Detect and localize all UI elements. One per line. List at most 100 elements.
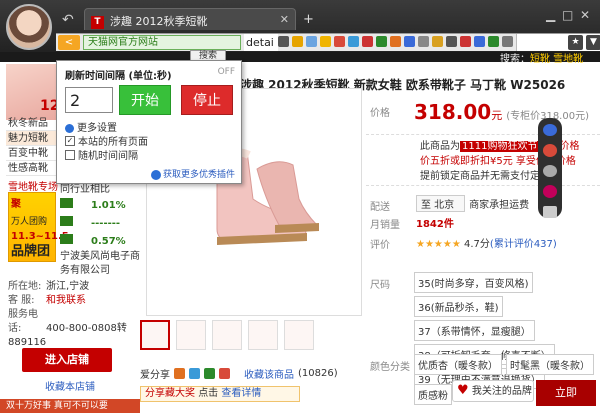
download-icon[interactable]: [474, 36, 485, 47]
game-icon[interactable]: [390, 36, 401, 47]
phone-label: 服务电话:: [8, 309, 38, 334]
security-icon[interactable]: [488, 36, 499, 47]
price-value: 318.00: [414, 100, 492, 124]
weather-icon[interactable]: [320, 36, 331, 47]
calendar-icon[interactable]: [432, 36, 443, 47]
stat-value: 1.01%: [91, 200, 126, 211]
hot-search-terms[interactable]: 短靴 雪地靴: [530, 54, 583, 65]
color-option[interactable]: 时髦黑（暖冬款）: [506, 354, 594, 375]
location-value: 浙江,宁波: [46, 281, 90, 292]
back-button-icon[interactable]: <: [58, 35, 80, 50]
share-more-icon[interactable]: [219, 367, 230, 379]
more-plugins-label: 获取更多优秀插件: [162, 170, 235, 180]
user-icon[interactable]: [306, 36, 317, 47]
ship-destination-select[interactable]: 至 北京: [416, 195, 466, 212]
category-item[interactable]: 百变中靴: [6, 146, 62, 161]
option-all-pages[interactable]: ✓ 本站的所有页面: [65, 133, 148, 148]
category-item[interactable]: 魅力短靴: [6, 131, 62, 146]
shipping-row: 至 北京 商家承担运费: [416, 195, 529, 212]
category-item[interactable]: 性感高靴: [6, 161, 62, 176]
contact-link[interactable]: 和我联系: [46, 295, 86, 306]
enter-shop-button[interactable]: 进入店铺: [22, 348, 112, 372]
browser-tab[interactable]: T 涉趣 2012秋季短靴 ✕: [84, 8, 296, 30]
share-bar-details[interactable]: 查看详情: [221, 388, 261, 399]
notes-icon[interactable]: [418, 36, 429, 47]
auto-refresh-popup: 刷新时间间隔 (单位:秒) OFF 开始 停止 更多设置 ✓本站的所有页面 随机…: [56, 60, 242, 184]
more-settings-toggle[interactable]: 更多设置: [65, 119, 117, 134]
back-arrow-icon[interactable]: ↶: [62, 12, 74, 28]
share-label: 爱分享: [140, 369, 170, 381]
stat-value: -------: [91, 218, 121, 229]
globe-icon: [150, 169, 161, 180]
tools-icon[interactable]: [446, 36, 457, 47]
refresh-icon[interactable]: [278, 36, 289, 47]
url-input[interactable]: [244, 34, 278, 51]
share-wechat-icon[interactable]: [204, 367, 215, 379]
company-name: 宁波美风尚电子商务有限公司: [60, 251, 140, 276]
color-option[interactable]: 优质杏（暖冬款）: [414, 354, 502, 375]
addon-icons: [278, 36, 513, 50]
close-window-icon[interactable]: ✕: [580, 8, 590, 22]
tmall-favicon-icon: T: [91, 15, 104, 29]
brand-special-label[interactable]: 雪地靴专场: [8, 178, 58, 193]
category-item[interactable]: 秋冬新品: [6, 116, 62, 131]
share-qq-icon[interactable]: [189, 367, 200, 379]
thumbnail[interactable]: [284, 320, 314, 350]
sales-label: 月销量: [370, 220, 400, 231]
tab-close-icon[interactable]: ✕: [280, 13, 289, 26]
interval-input[interactable]: [65, 87, 113, 113]
settings-icon[interactable]: [502, 36, 513, 47]
color-option[interactable]: 质感粉: [414, 384, 452, 405]
followed-brand-button[interactable]: ♥ 我关注的品牌: [452, 380, 534, 402]
promo-tag[interactable]: 1111购物狂欢节: [460, 141, 540, 152]
user-avatar[interactable]: [6, 4, 52, 50]
checkbox-icon[interactable]: [65, 149, 75, 160]
eye-icon[interactable]: [543, 144, 557, 157]
banner-line: 聚: [11, 199, 21, 210]
mail-icon[interactable]: [334, 36, 345, 47]
maximize-icon[interactable]: □: [562, 8, 573, 22]
start-button[interactable]: 开始: [119, 85, 171, 115]
favorite-count: (10826): [298, 367, 338, 379]
color-options: 优质杏（暖冬款） 时髦黑（暖冬款）: [414, 354, 600, 375]
stop-icon[interactable]: [460, 36, 471, 47]
translate-icon[interactable]: [404, 36, 415, 47]
photo-icon[interactable]: [348, 36, 359, 47]
map-icon[interactable]: [376, 36, 387, 47]
stop-button[interactable]: 停止: [181, 85, 233, 115]
share-row: 爱分享 收藏该商品 (10826): [140, 366, 370, 381]
popup-off-label[interactable]: OFF: [218, 67, 235, 77]
minimize-icon[interactable]: ▁: [546, 8, 555, 22]
help-icon[interactable]: [543, 124, 557, 137]
star-icon[interactable]: [292, 36, 303, 47]
favorite-shop-link[interactable]: 收藏本店铺: [45, 378, 95, 393]
size-option[interactable]: 37（系带情怀，显瘦腿）: [414, 320, 535, 341]
review-count-link[interactable]: (累计评价437): [490, 239, 557, 250]
favorites-icon[interactable]: ★: [568, 35, 583, 50]
checkbox-checked-icon[interactable]: ✓: [65, 135, 75, 146]
thumbnail[interactable]: [176, 320, 206, 350]
location-label: 所在地:: [8, 281, 42, 292]
thumbnail[interactable]: [248, 320, 278, 350]
size-option[interactable]: 35(时尚多穿，百变风格): [414, 272, 533, 293]
thumbnail[interactable]: [140, 320, 170, 350]
banner-line: 品牌团: [11, 244, 51, 259]
heart-link-icon[interactable]: [543, 185, 557, 198]
magnifier-icon[interactable]: [543, 164, 557, 178]
trash-icon[interactable]: [543, 205, 557, 219]
video-icon[interactable]: [362, 36, 373, 47]
size-option[interactable]: 36(新品秒杀，鞋): [414, 296, 503, 317]
share-weibo-icon[interactable]: [174, 367, 185, 379]
thumbnail[interactable]: [212, 320, 242, 350]
expand-icon: [65, 123, 74, 133]
more-plugins-link[interactable]: 获取更多优秀插件: [150, 167, 235, 180]
new-tab-icon[interactable]: +: [303, 12, 314, 27]
menu-icon[interactable]: ▼: [586, 35, 600, 50]
rating-row: ★★★★★ 4.7分(累计评价437): [416, 235, 557, 250]
option-random[interactable]: 随机时间间隔: [65, 147, 138, 162]
share-prize-bar[interactable]: 分享藏大奖 点击 查看详情: [140, 386, 300, 402]
site-identity-badge[interactable]: 天猫网官方网站: [83, 35, 241, 50]
group-buy-banner[interactable]: 聚 万人团购 11.3~11.5 品牌团: [8, 192, 69, 262]
buy-now-button[interactable]: 立即: [536, 380, 596, 406]
favorite-item-link[interactable]: 收藏该商品: [244, 366, 294, 381]
